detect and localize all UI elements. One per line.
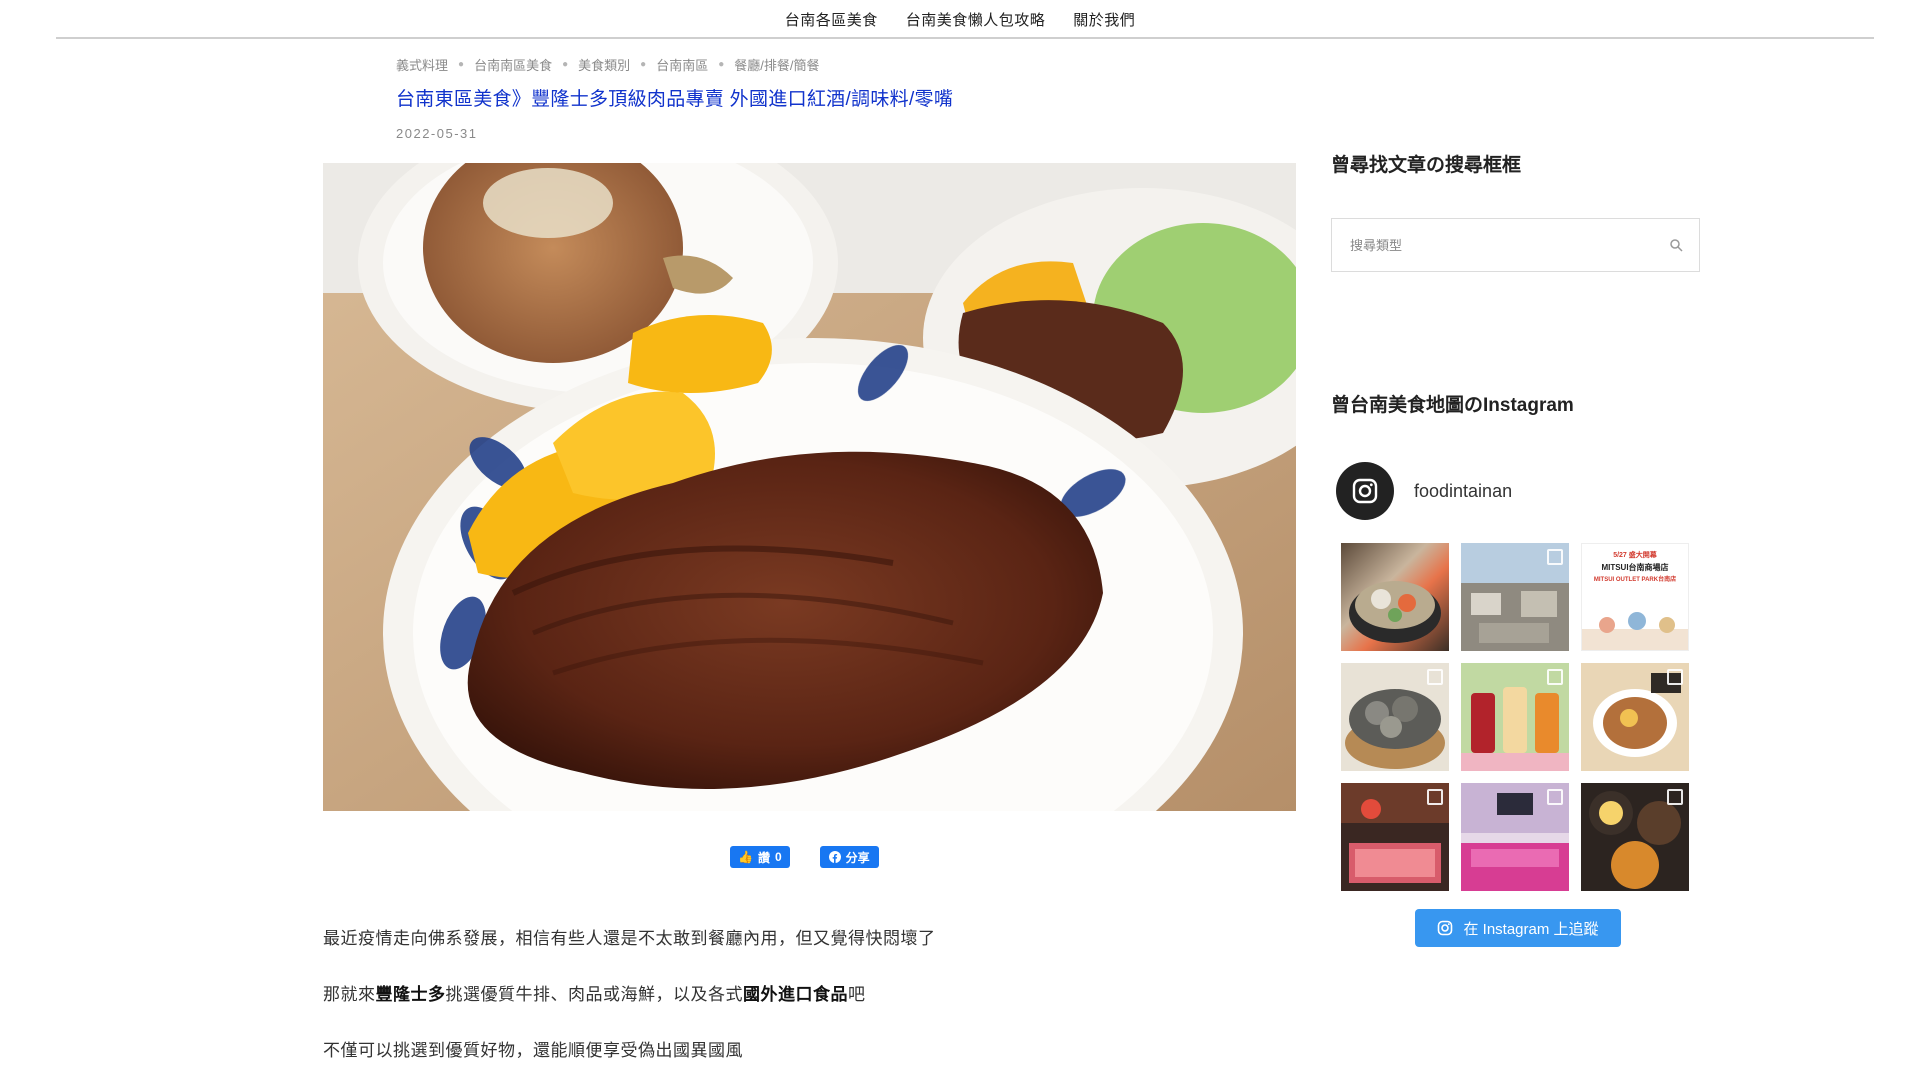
multi-image-icon (1427, 789, 1443, 805)
search-widget-title: 曾尋找文章の搜尋框框 (1331, 155, 1522, 176)
post-title[interactable]: 台南東區美食》豐隆士多頂級肉品專賣 外國進口紅酒/調味料/零嘴 (396, 84, 953, 111)
text: 那就來 (323, 985, 376, 1004)
dot-separator: ● (562, 59, 569, 70)
dot-separator: ● (718, 59, 725, 70)
search-icon[interactable] (1669, 238, 1683, 252)
body-paragraph: 最近疫情走向佛系發展，相信有些人還是不太敢到餐廳內用，但又覺得快悶壞了 (323, 929, 936, 948)
top-navigation: 台南各區美食 台南美食懶人包攻略 關於我們 (0, 0, 1920, 38)
nav-item-guides[interactable]: 台南美食懶人包攻略 (906, 9, 1046, 30)
instagram-post[interactable] (1461, 543, 1569, 651)
thumbs-up-icon: 👍 (738, 850, 753, 864)
title-text: Instagram (1483, 395, 1574, 416)
post-categories: 義式料理 ● 台南南區美食 ● 美食類別 ● 台南南區 ● 餐廳/排餐/簡餐 (396, 55, 819, 74)
instagram-widget-title: 曾台南美食地圖のInstagram (1331, 390, 1574, 417)
facebook-icon (828, 851, 841, 863)
social-buttons: 👍 讚 0 分享 (730, 846, 879, 868)
instagram-post[interactable] (1581, 663, 1689, 771)
title-text: 曾台南美食地圖の (1331, 395, 1484, 416)
text: 挑選優質牛排、肉品或海鮮，以及各式 (445, 985, 743, 1004)
multi-image-icon (1547, 549, 1563, 565)
multi-image-icon (1427, 669, 1443, 685)
facebook-share-button[interactable]: 分享 (819, 846, 879, 868)
multi-image-icon (1547, 789, 1563, 805)
post-text: MITSUI OUTLET PARK台南店 (1593, 577, 1677, 583)
post-date: 2022-05-31 (396, 126, 478, 141)
dot-separator: ● (640, 59, 647, 70)
instagram-post[interactable] (1341, 543, 1449, 651)
facebook-like-button[interactable]: 👍 讚 0 (730, 846, 790, 868)
instagram-post[interactable] (1341, 783, 1449, 891)
instagram-follow-button[interactable]: 在 Instagram 上追蹤 (1415, 909, 1621, 947)
body-paragraph: 不僅可以挑選到優質好物，還能順便享受偽出國異國風 (323, 1041, 743, 1060)
illustration-thumbnail (1582, 612, 1688, 650)
nav-divider (56, 37, 1874, 39)
share-label: 分享 (845, 850, 870, 865)
like-count: 0 (774, 850, 782, 864)
instagram-feed: 5/27 盛大開幕 MITSUI台南商場店 MITSUI OUTLET PARK… (1341, 543, 1689, 891)
instagram-post[interactable] (1461, 783, 1569, 891)
like-label: 讚 (757, 850, 770, 865)
instagram-username[interactable]: foodintainan (1414, 481, 1512, 502)
follow-label: 在 Instagram 上追蹤 (1463, 920, 1599, 938)
category-link[interactable]: 義式料理 (396, 55, 448, 74)
multi-image-icon (1667, 789, 1683, 805)
text: 吧 (848, 985, 866, 1004)
nav-item-districts[interactable]: 台南各區美食 (785, 9, 878, 30)
instagram-profile[interactable]: foodintainan (1336, 462, 1512, 520)
multi-image-icon (1667, 669, 1683, 685)
avatar[interactable] (1336, 462, 1394, 520)
post-text: 5/27 盛大開幕 (1613, 552, 1657, 559)
category-link[interactable]: 餐廳/排餐/簡餐 (734, 55, 819, 74)
search-box (1331, 218, 1700, 272)
bold-text: 國外進口食品 (743, 985, 848, 1004)
food-thumbnail (1349, 581, 1441, 643)
multi-image-icon (1547, 669, 1563, 685)
post-text: MITSUI台南商場店 (1601, 563, 1669, 572)
instagram-post[interactable] (1581, 783, 1689, 891)
body-paragraph: 那就來豐隆士多挑選優質牛排、肉品或海鮮，以及各式國外進口食品吧 (323, 980, 866, 1005)
instagram-icon (1352, 478, 1378, 504)
search-input[interactable] (1348, 236, 1669, 254)
hero-image (323, 163, 1296, 811)
nav-item-about[interactable]: 關於我們 (1073, 9, 1135, 30)
category-link[interactable]: 美食類別 (578, 55, 630, 74)
instagram-post[interactable] (1461, 663, 1569, 771)
instagram-post[interactable] (1341, 663, 1449, 771)
bold-text: 豐隆士多 (375, 985, 446, 1004)
instagram-post[interactable]: 5/27 盛大開幕 MITSUI台南商場店 MITSUI OUTLET PARK… (1581, 543, 1689, 651)
instagram-icon (1438, 920, 1453, 936)
dot-separator: ● (458, 59, 465, 70)
category-link[interactable]: 台南南區 (656, 55, 708, 74)
category-link[interactable]: 台南南區美食 (474, 55, 552, 74)
